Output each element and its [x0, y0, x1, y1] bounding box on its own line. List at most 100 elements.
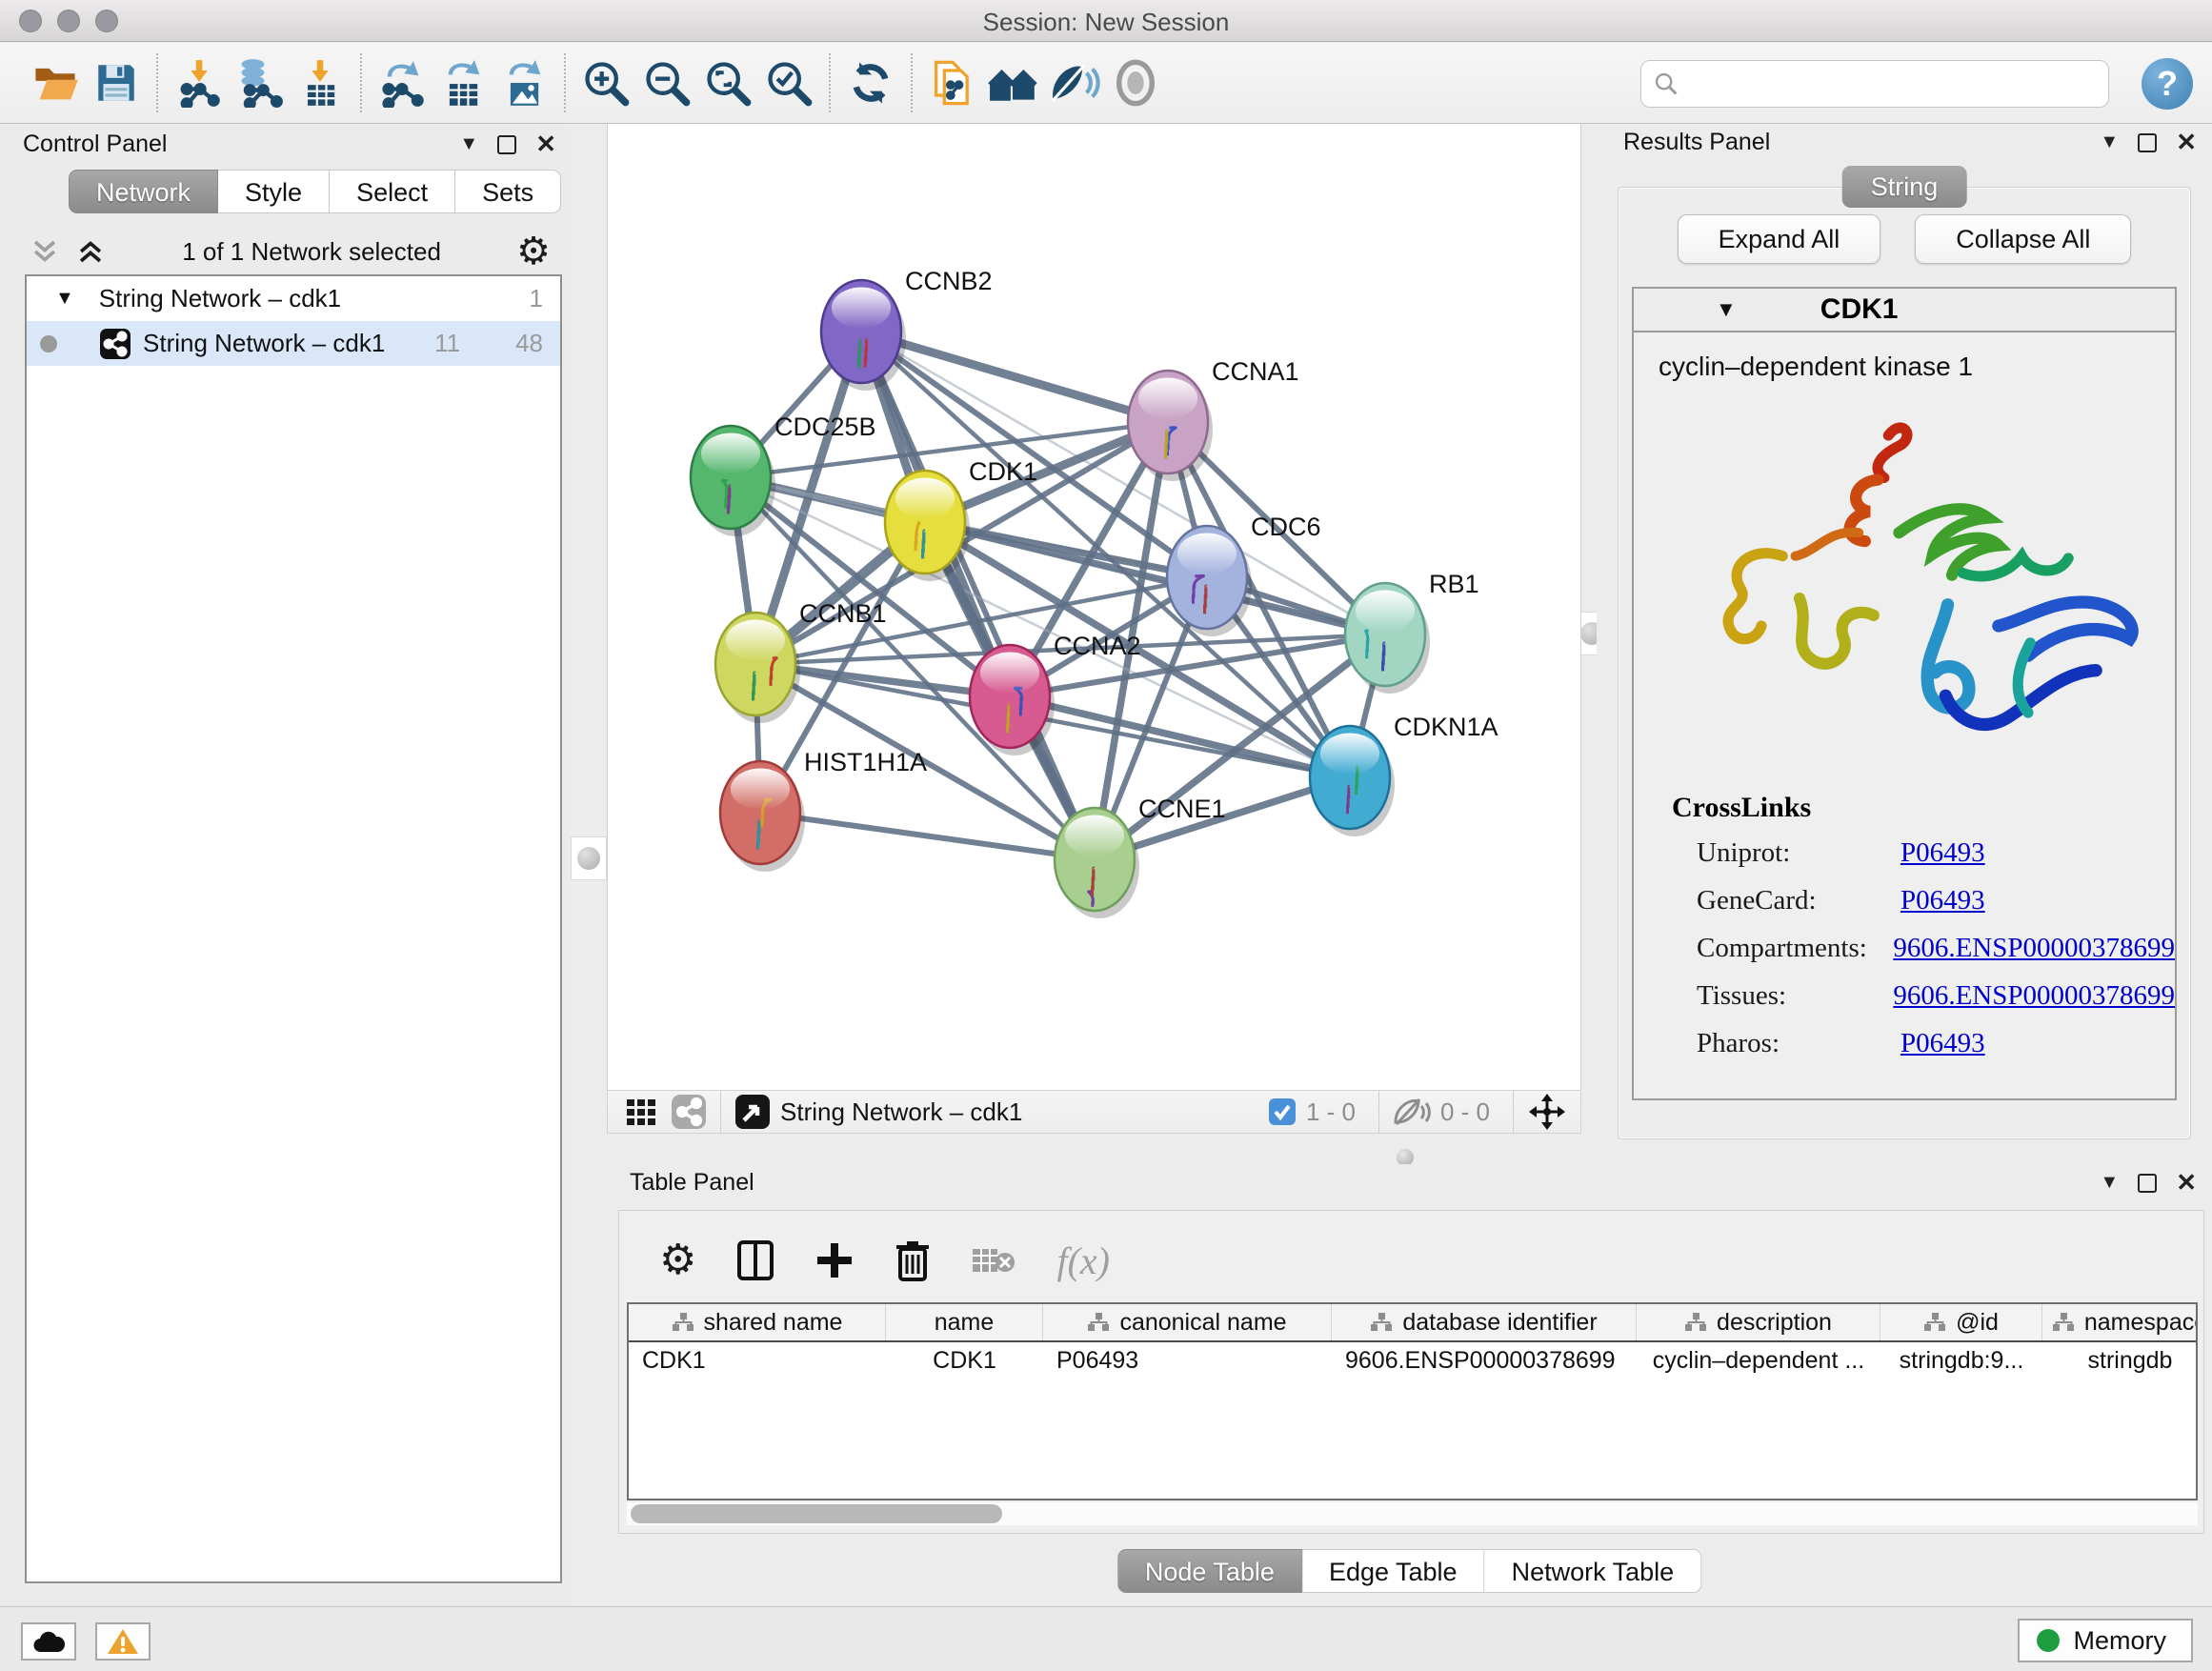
zoom-fit-button[interactable]	[697, 52, 758, 113]
crosslink-value-link[interactable]: P06493	[1900, 885, 1985, 916]
table-toolbar: ⚙	[619, 1211, 2203, 1291]
hide-selected-button[interactable]	[1044, 52, 1105, 113]
delete-column-icon[interactable]	[895, 1239, 931, 1281]
node-RB1[interactable]: RB1	[1345, 570, 1479, 694]
export-image-button[interactable]	[493, 52, 554, 113]
export-table-button[interactable]	[432, 52, 493, 113]
column-header--id[interactable]: @id	[1880, 1304, 2042, 1340]
expand-all-button[interactable]: Expand All	[1678, 214, 1881, 264]
network-options-gear-icon[interactable]: ⚙	[516, 232, 551, 271]
network-graph[interactable]: CCNB2CCNA1CDC25BCDK1CDC6RB1CCNB1CCNA2CDK…	[608, 124, 1580, 1088]
import-network-from-database-button[interactable]	[229, 52, 290, 113]
network-view-icon[interactable]	[671, 1094, 707, 1130]
network-collection-row[interactable]: ▼ String Network – cdk1 1	[27, 276, 560, 321]
column-header-namespace[interactable]: namespace	[2042, 1304, 2198, 1340]
column-header-label: canonical name	[1119, 1309, 1286, 1337]
table-cell[interactable]: 9606.ENSP00000378699	[1332, 1342, 1637, 1380]
tab-sets[interactable]: Sets	[455, 170, 561, 213]
column-header-name[interactable]: name	[886, 1304, 1043, 1340]
table-cell[interactable]: stringdb	[2042, 1342, 2198, 1380]
node-CCNE1[interactable]: CCNE1	[1055, 795, 1226, 919]
column-header-shared-name[interactable]: shared name	[629, 1304, 886, 1340]
table-cell[interactable]: stringdb:9...	[1880, 1342, 2042, 1380]
table-close-icon[interactable]: ✕	[2176, 1168, 2197, 1198]
tab-network[interactable]: Network	[69, 170, 218, 213]
column-header-canonical-name[interactable]: canonical name	[1043, 1304, 1332, 1340]
table-cell[interactable]: P06493	[1043, 1342, 1332, 1380]
warnings-button[interactable]	[95, 1622, 151, 1661]
birds-eye-view-icon[interactable]	[734, 1094, 771, 1130]
table-row[interactable]: CDK1CDK1P064939606.ENSP00000378699cyclin…	[629, 1342, 2196, 1380]
node-HIST1H1A[interactable]: HIST1H1A	[720, 748, 927, 872]
node-label-CCNA1: CCNA1	[1212, 357, 1299, 386]
zoom-out-button[interactable]	[636, 52, 697, 113]
first-neighbors-button[interactable]	[983, 52, 1044, 113]
column-header-database-identifier[interactable]: database identifier	[1332, 1304, 1637, 1340]
column-header-description[interactable]: description	[1637, 1304, 1880, 1340]
pan-mode-icon[interactable]	[1527, 1092, 1567, 1132]
import-network-button[interactable]	[168, 52, 229, 113]
collapse-all-button[interactable]: Collapse All	[1915, 214, 2131, 264]
tab-style[interactable]: Style	[218, 170, 330, 213]
memory-button[interactable]: Memory	[2018, 1619, 2193, 1662]
scrollbar-thumb[interactable]	[631, 1504, 1002, 1523]
import-table-button[interactable]	[290, 52, 351, 113]
table-horizontal-scrollbar[interactable]	[627, 1502, 2198, 1525]
collapse-triangle-icon[interactable]: ▼	[55, 288, 74, 310]
export-network-button[interactable]	[372, 52, 432, 113]
grid-view-icon[interactable]	[625, 1096, 657, 1128]
crosslink-value-link[interactable]: 9606.ENSP00000378699	[1893, 933, 2175, 964]
network-selection-status: 1 of 1 Network selected	[107, 237, 516, 267]
table-options-gear-icon[interactable]: ⚙	[659, 1239, 696, 1281]
expand-all-icon[interactable]	[74, 235, 107, 268]
node-label-HIST1H1A: HIST1H1A	[804, 748, 927, 776]
refresh-button[interactable]	[840, 52, 901, 113]
add-column-icon[interactable]	[814, 1240, 855, 1280]
table-cell[interactable]: CDK1	[886, 1342, 1043, 1380]
tab-node-table[interactable]: Node Table	[1117, 1549, 1302, 1593]
search-input[interactable]	[1679, 65, 2108, 103]
clone-network-button[interactable]	[922, 52, 983, 113]
crosslink-value-link[interactable]: P06493	[1900, 1028, 1985, 1059]
crosslink-row: Compartments:9606.ENSP00000378699	[1672, 933, 2175, 964]
zoom-in-button[interactable]	[575, 52, 636, 113]
cloud-status-button[interactable]	[21, 1622, 76, 1661]
tab-network-table[interactable]: Network Table	[1485, 1549, 1702, 1593]
table-menu-icon[interactable]: ▼	[2100, 1172, 2119, 1194]
edge-HIST1H1A-CCNE1[interactable]	[760, 813, 1095, 859]
results-float-icon[interactable]	[2138, 133, 2157, 152]
tab-select[interactable]: Select	[330, 170, 455, 213]
table-cell[interactable]: cyclin–dependent ...	[1637, 1342, 1880, 1380]
tab-edge-table[interactable]: Edge Table	[1302, 1549, 1485, 1593]
node-CDC6[interactable]: CDC6	[1167, 513, 1321, 636]
edge-CCNB2-CCNA1[interactable]	[861, 332, 1168, 422]
selected-checkbox-icon[interactable]	[1268, 1097, 1297, 1126]
open-session-button[interactable]	[25, 52, 86, 113]
node-CCNA1[interactable]: CCNA1	[1128, 357, 1299, 481]
crosslink-value-link[interactable]: P06493	[1900, 837, 1985, 869]
panel-menu-icon[interactable]: ▼	[459, 133, 478, 155]
left-splitter-handle[interactable]	[571, 836, 607, 880]
zoom-selected-button[interactable]	[758, 52, 819, 113]
node-details-header[interactable]: ▼ CDK1	[1634, 289, 2175, 332]
table-cell[interactable]: CDK1	[629, 1342, 886, 1380]
table-float-icon[interactable]	[2138, 1174, 2157, 1193]
float-panel-icon[interactable]	[497, 135, 516, 154]
results-menu-icon[interactable]: ▼	[2100, 131, 2119, 153]
entry-collapse-triangle-icon[interactable]: ▼	[1716, 297, 1737, 322]
collapse-all-icon[interactable]	[29, 235, 61, 268]
network-row[interactable]: String Network – cdk1 11 48	[27, 321, 560, 366]
zoom-out-icon	[642, 58, 692, 108]
show-all-button[interactable]	[1105, 52, 1166, 113]
node-CDKN1A[interactable]: CDKN1A	[1310, 713, 1498, 836]
save-session-button[interactable]	[86, 52, 147, 113]
tab-string[interactable]: String	[1842, 166, 1967, 208]
network-canvas[interactable]: CCNB2CCNA1CDC25BCDK1CDC6RB1CCNB1CCNA2CDK…	[607, 124, 1581, 1090]
crosslink-value-link[interactable]: 9606.ENSP00000378699	[1893, 980, 2175, 1012]
show-columns-icon[interactable]	[736, 1239, 774, 1281]
close-panel-icon[interactable]: ✕	[535, 130, 556, 159]
search-field[interactable]	[1640, 60, 2109, 108]
help-button[interactable]: ?	[2142, 58, 2193, 110]
results-close-icon[interactable]: ✕	[2176, 128, 2197, 157]
selected-count: 1 - 0	[1306, 1097, 1356, 1127]
